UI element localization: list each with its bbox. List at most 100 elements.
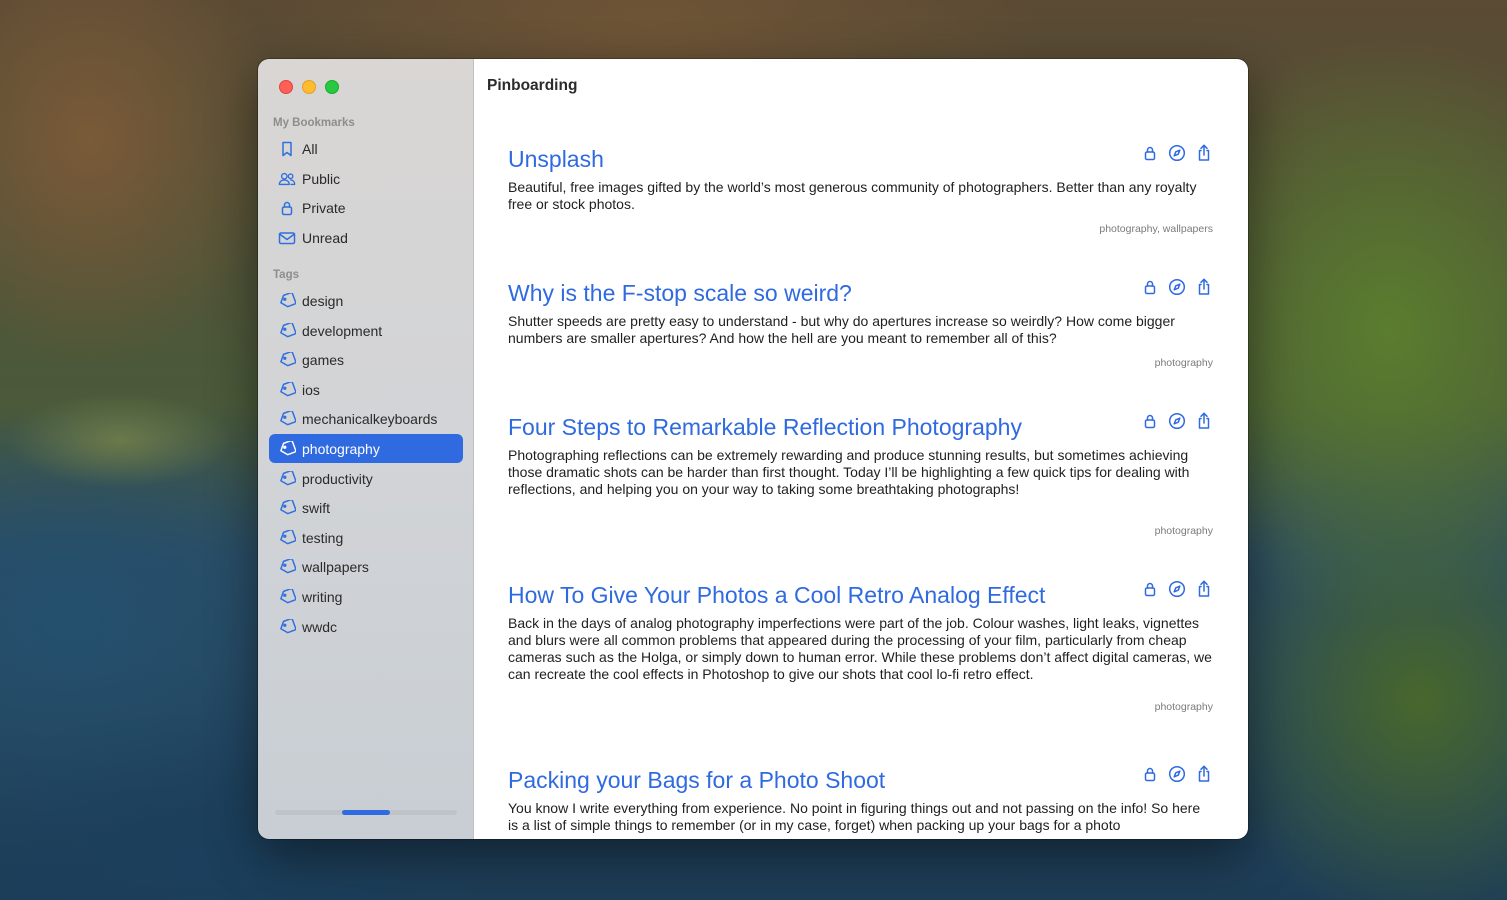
compass-icon[interactable] (1168, 765, 1186, 783)
sidebar-item-tag[interactable]: testing (269, 523, 463, 552)
sidebar-item-tag[interactable]: productivity (269, 464, 463, 493)
sidebar-item-all[interactable]: All (269, 134, 463, 163)
sidebar-item-tag[interactable]: mechanicalkeyboards (269, 404, 463, 433)
window-controls (279, 80, 339, 94)
compass-icon[interactable] (1168, 144, 1186, 162)
tag-icon (278, 351, 296, 369)
sidebar-item-tag[interactable]: swift (269, 493, 463, 522)
sidebar-item-label: productivity (302, 470, 373, 487)
bookmark-title-link[interactable]: Packing your Bags for a Photo Shoot (508, 766, 1213, 794)
share-icon[interactable] (1195, 412, 1213, 430)
tag-icon (278, 618, 296, 636)
sidebar-item-label: swift (302, 499, 330, 516)
sidebar-item-label: mechanicalkeyboards (302, 410, 438, 427)
bookmark-item: Four Steps to Remarkable Reflection Phot… (508, 412, 1213, 537)
sidebar-item-public[interactable]: Public (269, 164, 463, 193)
bookmark-icon (278, 140, 296, 158)
share-icon[interactable] (1195, 144, 1213, 162)
sidebar-item-tag[interactable]: design (269, 286, 463, 315)
bookmark-item: Unsplash Beautiful, free images gifted by… (508, 144, 1213, 235)
sidebar-scrollbar-thumb[interactable] (342, 810, 390, 815)
compass-icon[interactable] (1168, 278, 1186, 296)
bookmark-actions (1141, 144, 1213, 162)
sidebar-item-private[interactable]: Private (269, 193, 463, 222)
bookmark-description: You know I write everything from experie… (508, 800, 1201, 833)
sidebar: My Bookmarks All Public Private Unread T… (258, 59, 474, 839)
tag-icon (278, 292, 296, 310)
bookmark-item: Packing your Bags for a Photo Shoot You k… (508, 765, 1213, 834)
tag-icon (278, 322, 296, 340)
sidebar-item-label: ios (302, 381, 320, 398)
lock-icon[interactable] (1141, 412, 1159, 430)
sidebar-item-tag[interactable]: wallpapers (269, 552, 463, 581)
share-icon[interactable] (1195, 580, 1213, 598)
close-button[interactable] (279, 80, 293, 94)
tag-icon (278, 381, 296, 399)
people-icon (278, 170, 296, 188)
bookmark-item: Why is the F-stop scale so weird? Shutter… (508, 278, 1213, 369)
tag-icon (278, 558, 296, 576)
app-window: My Bookmarks All Public Private Unread T… (258, 59, 1248, 839)
sidebar-item-tag[interactable]: photography (269, 434, 463, 463)
bookmark-actions (1141, 765, 1213, 783)
zoom-button[interactable] (325, 80, 339, 94)
bookmark-description: Beautiful, free images gifted by the wor… (508, 179, 1197, 212)
sidebar-item-label: testing (302, 529, 344, 546)
sidebar-item-tag[interactable]: ios (269, 375, 463, 404)
share-icon[interactable] (1195, 278, 1213, 296)
tag-icon (278, 440, 296, 458)
bookmark-description: Back in the days of analog photography i… (508, 615, 1212, 682)
bookmark-description: Shutter speeds are pretty easy to unders… (508, 313, 1175, 346)
sidebar-item-label: wallpapers (302, 558, 369, 575)
sidebar-item-label: Unread (302, 229, 348, 246)
tag-icon (278, 529, 296, 547)
sidebar-item-label: All (302, 140, 318, 157)
wallpaper-shore (0, 380, 260, 500)
lock-icon[interactable] (1141, 765, 1159, 783)
sidebar-item-tag[interactable]: wwdc (269, 612, 463, 641)
sidebar-item-label: Public (302, 170, 341, 187)
compass-icon[interactable] (1168, 412, 1186, 430)
sidebar-item-label: development (302, 322, 383, 339)
bookmark-title-link[interactable]: Four Steps to Remarkable Reflection Phot… (508, 413, 1213, 441)
lock-icon[interactable] (1141, 278, 1159, 296)
lock-icon[interactable] (1141, 144, 1159, 162)
bookmark-tags: photography (1154, 701, 1213, 713)
tag-icon (278, 470, 296, 488)
lock-icon[interactable] (1141, 580, 1159, 598)
bookmark-actions (1141, 580, 1213, 598)
bookmark-tags: photography (1154, 357, 1213, 369)
sidebar-scrollbar[interactable] (275, 810, 457, 815)
sidebar-item-label: photography (302, 440, 380, 457)
bookmark-description: Photographing reflections can be extreme… (508, 447, 1190, 497)
sidebar-item-label: writing (302, 588, 343, 605)
tag-icon (278, 410, 296, 428)
tag-icon (278, 588, 296, 606)
bookmark-tags: photography (1154, 525, 1213, 537)
bookmark-title-link[interactable]: Unsplash (508, 145, 1213, 173)
envelope-icon (278, 229, 296, 247)
sidebar-item-tag[interactable]: writing (269, 582, 463, 611)
bookmark-item: How To Give Your Photos a Cool Retro Ana… (508, 580, 1213, 713)
sidebar-item-label: wwdc (302, 618, 338, 635)
tags-section-header: Tags (273, 269, 299, 281)
window-title: Pinboarding (487, 77, 578, 94)
lock-icon (278, 199, 296, 217)
share-icon[interactable] (1195, 765, 1213, 783)
sidebar-item-label: Private (302, 199, 346, 216)
sidebar-item-label: games (302, 351, 345, 368)
bookmark-title-link[interactable]: Why is the F-stop scale so weird? (508, 279, 1213, 307)
bookmark-actions (1141, 412, 1213, 430)
bookmark-actions (1141, 278, 1213, 296)
bookmark-tags: photography, wallpapers (1099, 223, 1213, 235)
bookmarks-section-header: My Bookmarks (273, 117, 355, 129)
sidebar-item-unread[interactable]: Unread (269, 223, 463, 252)
compass-icon[interactable] (1168, 580, 1186, 598)
sidebar-item-tag[interactable]: games (269, 345, 463, 374)
bookmark-list-pane: Pinboarding Unsplash Beautiful, free imag… (474, 59, 1248, 839)
minimize-button[interactable] (302, 80, 316, 94)
bookmark-title-link[interactable]: How To Give Your Photos a Cool Retro Ana… (508, 581, 1213, 609)
sidebar-item-tag[interactable]: development (269, 316, 463, 345)
sidebar-item-label: design (302, 292, 344, 309)
tag-icon (278, 499, 296, 517)
